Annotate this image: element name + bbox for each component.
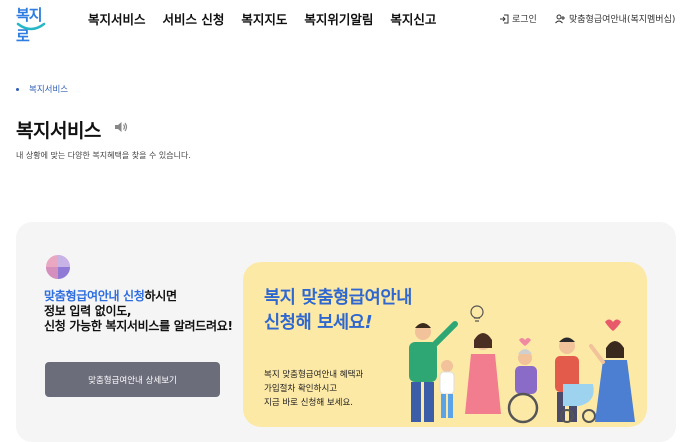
banner-sub-line3: 지금 바로 신청해 보세요. [264,398,354,408]
login-icon [500,14,509,23]
user-guide-icon [555,14,565,23]
person-woman [465,333,501,414]
small-heart-icon [519,338,531,346]
login-link[interactable]: 로그인 [499,12,537,25]
intro-text: 맞춤형급여안내 신청하시면 정보 입력 없이도, 신청 가능한 복지서비스를 알… [44,289,234,334]
heart-icon [605,319,621,331]
breadcrumb-bullet [16,87,19,91]
site-logo[interactable]: 복지로 [16,4,50,45]
speaker-icon[interactable] [114,121,128,133]
benefit-guide-label: 맞춤형급여안내(복지멤버십) [569,15,676,25]
page-description: 내 상황에 맞는 다양한 복지혜택을 찾을 수 있습니다. [16,151,191,160]
intro-line2: 정보 입력 없이도, [44,304,132,318]
nav-welfare-report[interactable]: 복지신고 [390,9,436,28]
nav-welfare-map[interactable]: 복지지도 [241,9,287,28]
nav-welfare-service[interactable]: 복지서비스 [88,9,146,28]
main-nav: 복지서비스 서비스 신청 복지지도 복지위기알림 복지신고 [88,9,453,28]
banner-title: 복지 맞춤형급여안내 신청해 보세요! [264,286,412,336]
banner-sub-line1: 복지 맞춤형급여안내 혜택과 [264,370,364,380]
top-header: 복지로 복지서비스 서비스 신청 복지지도 복지위기알림 복지신고 로그인 맞춤… [0,0,680,45]
benefit-guide-link[interactable]: 맞춤형급여안내(복지멤버십) [555,12,675,25]
banner-title-line1: 복지 맞춤형급여안내 [264,288,412,308]
breadcrumb-current[interactable]: 복지서비스 [29,83,68,95]
benefit-detail-button[interactable]: 맞춤형급여안내 상세보기 [45,362,220,397]
logo-smile-icon [16,22,46,31]
intro-line1: 하시면 [144,289,178,303]
person-child [439,360,455,418]
banner-sub-line2: 가입절차 확인하시고 [264,384,338,394]
banner-title-exclamation: ! [364,313,373,333]
breadcrumb: 복지서비스 [16,83,68,95]
banner-subtitle: 복지 맞춤형급여안내 혜택과 가입절차 확인하시고 지금 바로 신청해 보세요. [264,368,363,410]
login-label: 로그인 [512,15,537,25]
lightbulb-icon [470,305,484,322]
pie-chart-icon [46,255,70,279]
stroller [560,384,596,423]
page-title: 복지서비스 [16,120,101,142]
people-illustration [409,305,635,424]
nav-service-apply[interactable]: 서비스 신청 [163,9,225,28]
banner-title-line2: 신청해 보세요 [264,313,365,333]
intro-line3: 신청 가능한 복지서비스를 알려드려요! [44,319,233,333]
person-elder-wheelchair [507,349,539,424]
nav-crisis-alert[interactable]: 복지위기알림 [304,9,373,28]
person-woman-blue [589,341,635,422]
intro-highlight: 맞춤형급여안내 신청 [44,289,145,303]
